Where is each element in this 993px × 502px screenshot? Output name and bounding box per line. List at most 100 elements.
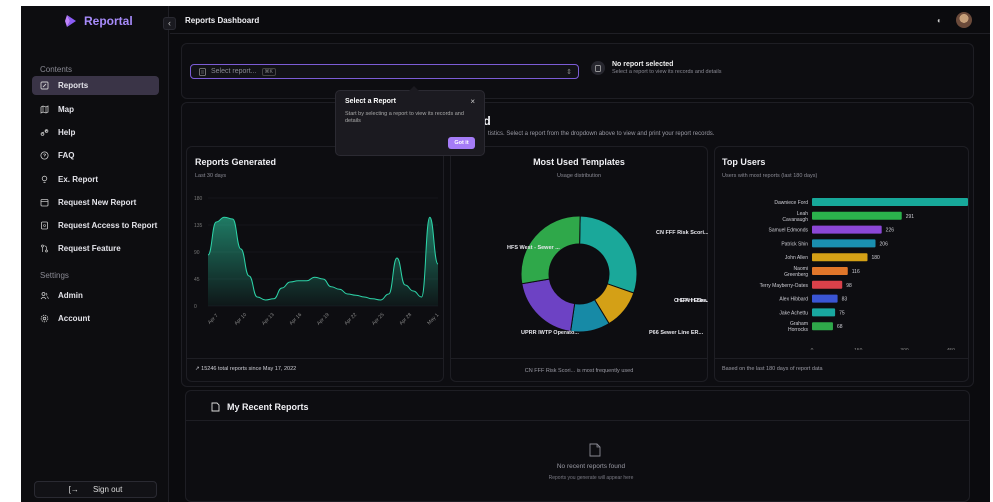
calendar-icon	[40, 198, 49, 207]
category-label: Dawniece Ford	[774, 200, 808, 206]
map-icon	[40, 105, 49, 114]
top-users-title: Top Users	[722, 157, 766, 167]
y-tick-label: 0	[194, 304, 197, 310]
sidebar-item-ex-report[interactable]: Ex. Report	[32, 170, 159, 189]
sidebar-item-faq[interactable]: FAQ	[32, 146, 159, 165]
app-window: Reportal Contents Reports Map Help FAQ E…	[21, 6, 990, 502]
x-tick-label: 0	[811, 348, 814, 350]
top-users-chart: 0150300450Dawniece FordLeahCavanaugh291S…	[760, 198, 968, 350]
sidebar-item-label: Request Feature	[58, 244, 121, 253]
chevron-updown-icon: ⇕	[566, 69, 572, 76]
value-label: 68	[837, 324, 843, 330]
reports-generated-footer: ↗ 15246 total reports since May 17, 2022	[195, 366, 296, 372]
y-tick-label: 180	[194, 196, 203, 202]
bar	[812, 267, 848, 275]
category-label: Patrick Shin	[781, 241, 808, 247]
avatar[interactable]	[956, 12, 972, 28]
bar	[812, 198, 968, 206]
onboarding-popover: Select a Report × Start by selecting a r…	[335, 86, 485, 156]
recent-reports-title: My Recent Reports	[227, 402, 309, 412]
link-icon	[40, 128, 49, 137]
logo-icon	[65, 15, 76, 27]
settings-section-label: Settings	[40, 271, 69, 280]
templates-chart: CN FFF Risk Scori... OH EPA HHEI Strea...…	[507, 215, 708, 336]
document-icon	[211, 402, 220, 412]
sidebar-item-request-access[interactable]: Request Access to Report	[32, 216, 159, 235]
templates-subtitle: Usage distribution	[556, 173, 602, 179]
bar	[812, 280, 843, 289]
x-tick-label: Apr 7	[207, 313, 220, 326]
sidebar-item-label: Ex. Report	[58, 175, 99, 184]
contents-section-label: Contents	[40, 65, 73, 74]
y-tick-label: 90	[194, 250, 200, 256]
brand-name: Reportal	[84, 14, 133, 28]
x-tick-label: 450	[947, 348, 956, 350]
brand[interactable]: Reportal	[64, 14, 133, 28]
sidebar-item-label: Request Access to Report	[58, 221, 158, 230]
analytics-subtitle: tistics. Select a report from the dropdo…	[488, 131, 715, 137]
sidebar: Reportal Contents Reports Map Help FAQ E…	[21, 6, 169, 502]
value-label: 98	[846, 283, 852, 289]
sidebar-item-account[interactable]: Account	[32, 309, 159, 328]
x-tick-label: 150	[854, 348, 863, 350]
collapse-sidebar-button[interactable]: ‹	[163, 17, 176, 30]
slice-label: CN FFF Risk Scori...	[656, 230, 708, 236]
value-label: 116	[852, 269, 860, 275]
sign-out-button[interactable]: [→ Sign out	[34, 481, 157, 498]
area-fill	[208, 217, 438, 306]
bar	[812, 294, 838, 303]
reports-generated-chart: 0 45 90 135 180 Apr 7 Apr 10 Apr 13 Apr 16 Apr 19…	[194, 196, 440, 327]
sidebar-item-label: Reports	[58, 81, 89, 90]
value-label: 180	[872, 255, 881, 261]
category-label: John Allen	[785, 255, 808, 261]
y-tick-label: 135	[194, 223, 203, 229]
slice-label: P66 Sewer Line ER...	[649, 330, 704, 336]
sidebar-item-label: FAQ	[58, 151, 75, 160]
category-label: Alex Hibbard	[779, 297, 808, 303]
slice-label: OH EPA HHEI Strea...	[674, 298, 708, 304]
close-icon[interactable]: ×	[470, 97, 475, 106]
report-select[interactable]: Select report... ⌘K ⇕	[190, 64, 579, 79]
templates-footer: CN FFF Risk Scori... is most frequently …	[524, 368, 634, 374]
document-icon	[199, 67, 206, 76]
card-divider	[186, 420, 969, 421]
document-icon	[591, 61, 605, 75]
card-divider	[715, 358, 968, 359]
sidebar-item-reports[interactable]: Reports	[32, 76, 159, 95]
empty-state-subtitle: Reports you generate will appear here	[548, 475, 634, 481]
value-label: 226	[886, 228, 895, 234]
recent-reports-header: My Recent Reports	[211, 402, 309, 412]
x-tick-label: Apr 10	[233, 312, 248, 327]
y-tick-label: 45	[194, 277, 200, 283]
no-report-subtitle: Select a report to view its records and …	[612, 69, 722, 75]
x-tick-label: Apr 16	[288, 312, 303, 327]
sign-out-label: Sign out	[92, 485, 123, 494]
category-label: Greenberg	[784, 272, 808, 278]
got-it-button[interactable]: Got it	[448, 137, 475, 149]
pie-slice	[521, 278, 576, 332]
file-question-icon	[40, 221, 49, 230]
category-label: Samuel Edmonds	[769, 228, 809, 234]
sidebar-item-request-new-report[interactable]: Request New Report	[32, 193, 159, 212]
no-report-status: No report selected Select a report to vi…	[591, 61, 721, 75]
bar	[812, 239, 876, 248]
top-users-subtitle: Users with most reports (last 180 days)	[722, 173, 818, 179]
sidebar-item-label: Admin	[58, 291, 83, 300]
value-label: 83	[842, 297, 848, 303]
theme-toggle-icon[interactable]: ◐	[937, 16, 942, 25]
reports-generated-title: Reports Generated	[195, 157, 277, 167]
category-label: Cavanaugh	[782, 217, 808, 223]
pie-slice	[579, 215, 638, 294]
card-divider	[187, 358, 443, 359]
sidebar-item-admin[interactable]: Admin	[32, 286, 159, 305]
x-tick-label: Apr 28	[398, 312, 413, 327]
x-tick-label: May 1	[426, 312, 440, 326]
category-label: Jake Achettu	[779, 310, 808, 316]
users-icon	[40, 291, 49, 300]
gear-icon	[40, 314, 49, 323]
report-icon	[40, 81, 49, 90]
category-label: Terry Mayberry-Oates	[760, 283, 809, 289]
sidebar-item-request-feature[interactable]: Request Feature	[32, 239, 159, 258]
bar	[812, 308, 836, 317]
templates-title: Most Used Templates	[533, 157, 625, 167]
